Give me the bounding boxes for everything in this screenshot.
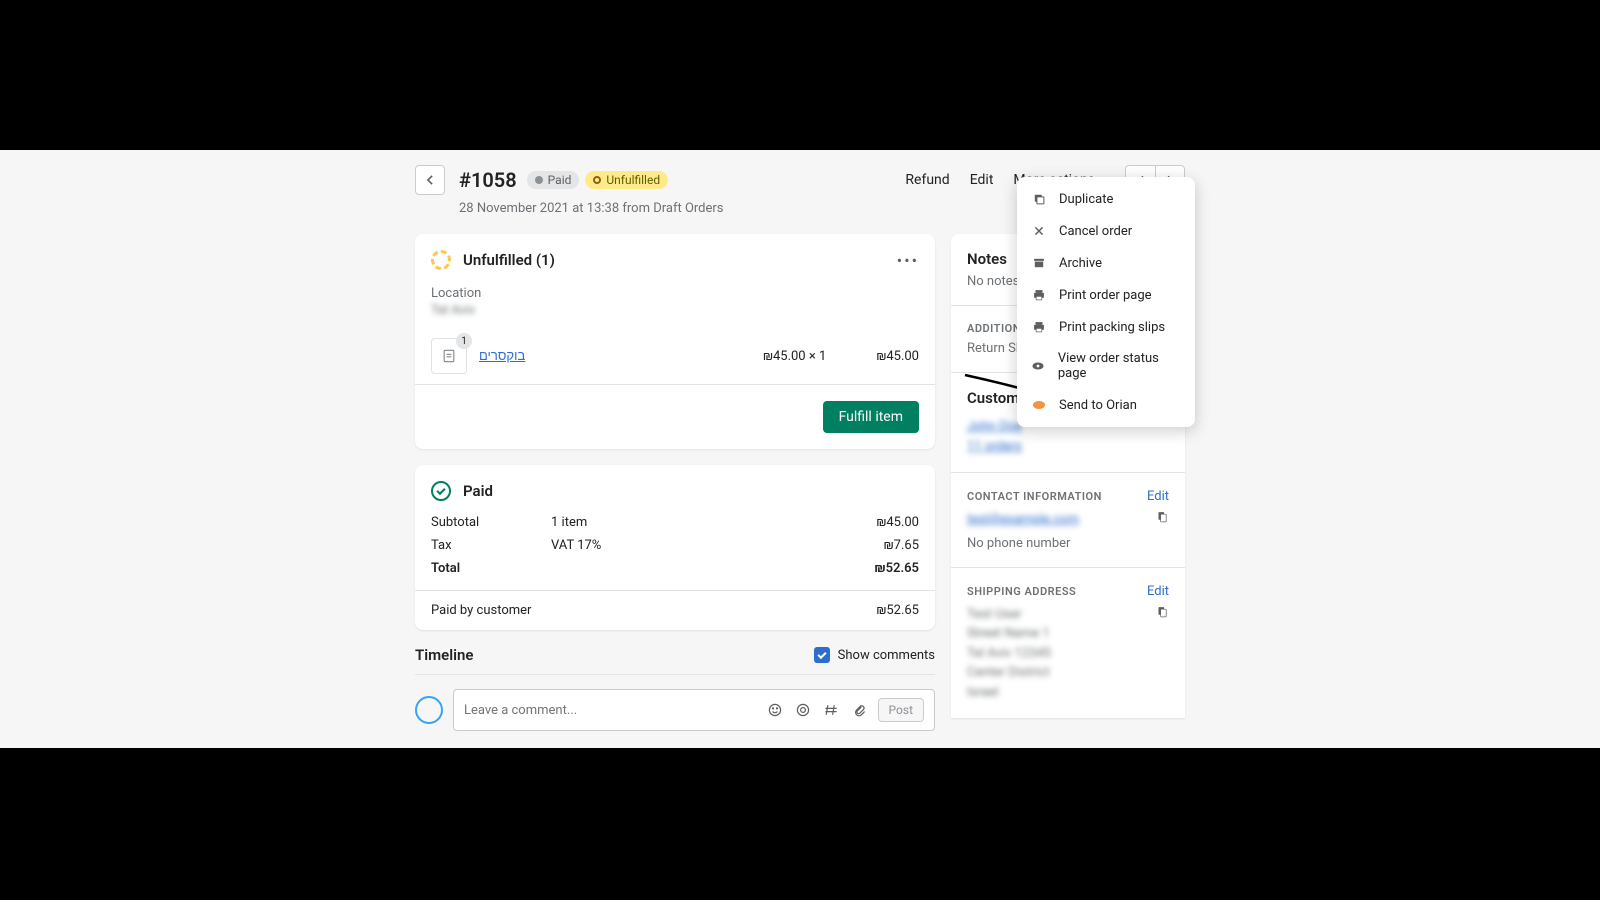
product-link[interactable]: בוקסרים [479, 348, 525, 364]
tax-detail: VAT 17% [551, 538, 884, 553]
hash-icon[interactable] [822, 701, 840, 719]
dropdown-duplicate[interactable]: Duplicate [1017, 183, 1195, 215]
subtotal-label: Subtotal [431, 515, 551, 530]
shipping-edit[interactable]: Edit [1147, 584, 1169, 599]
paid-by-label: Paid by customer [431, 603, 876, 618]
emoji-icon[interactable] [766, 701, 784, 719]
total-value: ₪52.65 [875, 561, 919, 576]
contact-edit[interactable]: Edit [1147, 489, 1169, 504]
dropdown-view-status[interactable]: View order status page [1017, 343, 1195, 389]
total-label: Total [431, 561, 551, 576]
comment-box[interactable]: Post [453, 689, 935, 731]
dropdown-archive[interactable]: Archive [1017, 247, 1195, 279]
post-button[interactable]: Post [878, 698, 924, 722]
location-label: Location [431, 286, 919, 301]
eye-icon [1031, 358, 1046, 374]
comment-input[interactable] [464, 703, 756, 718]
unfulfilled-card: Unfulfilled (1) ••• Location Tel Aviv 1 … [415, 234, 935, 449]
tax-value: ₪7.65 [884, 538, 919, 553]
line-item: 1 בוקסרים ₪45.00 × 1 ₪45.00 [415, 328, 935, 384]
timeline-section: Timeline Show comments Po [415, 646, 935, 731]
product-thumbnail[interactable]: 1 [431, 338, 467, 374]
edit-link[interactable]: Edit [970, 172, 994, 188]
customer-orders[interactable]: 11 orders [967, 437, 1169, 457]
fulfill-item-button[interactable]: Fulfill item [823, 401, 919, 433]
line-total: ₪45.00 [876, 349, 919, 364]
print-icon [1031, 319, 1047, 335]
order-number: #1058 [459, 168, 517, 192]
subtotal-value: ₪45.00 [876, 515, 919, 530]
paid-card: Paid Subtotal 1 item ₪45.00 Tax VAT 17% … [415, 465, 935, 630]
contact-section: CONTACT INFORMATION Edit test@example.com… [951, 473, 1185, 568]
dropdown-print-order[interactable]: Print order page [1017, 279, 1195, 311]
contact-title: CONTACT INFORMATION [967, 490, 1102, 503]
contact-email[interactable]: test@example.com [967, 510, 1155, 530]
unfulfilled-title: Unfulfilled (1) [463, 251, 555, 269]
unfulfilled-icon [431, 250, 451, 270]
archive-icon [1031, 255, 1047, 271]
copy-icon[interactable] [1155, 510, 1169, 524]
card-menu-button[interactable]: ••• [897, 251, 919, 270]
refund-link[interactable]: Refund [905, 172, 949, 188]
shipping-title: SHIPPING ADDRESS [967, 585, 1076, 598]
location-value: Tel Aviv [431, 303, 919, 318]
paid-by-value: ₪52.65 [876, 603, 919, 618]
back-button[interactable] [415, 165, 445, 195]
print-icon [1031, 287, 1047, 303]
orian-icon [1031, 397, 1047, 413]
unfulfilled-badge: Unfulfilled [585, 171, 668, 189]
close-icon [1031, 223, 1047, 239]
subtotal-detail: 1 item [551, 515, 876, 530]
show-comments-label: Show comments [838, 648, 935, 663]
tax-label: Tax [431, 538, 551, 553]
notes-title: Notes [967, 250, 1007, 268]
dropdown-cancel[interactable]: Cancel order [1017, 215, 1195, 247]
timeline-title: Timeline [415, 646, 473, 664]
copy-icon[interactable] [1155, 605, 1169, 619]
show-comments-checkbox[interactable] [814, 647, 830, 663]
duplicate-icon [1031, 191, 1047, 207]
dropdown-send-orian[interactable]: Send to Orian [1017, 389, 1195, 421]
paid-title: Paid [463, 482, 493, 500]
attachment-icon[interactable] [850, 701, 868, 719]
paid-icon [431, 481, 451, 501]
no-phone: No phone number [967, 536, 1169, 551]
avatar [415, 696, 443, 724]
shipping-section: SHIPPING ADDRESSEdit Test User Street Na… [951, 568, 1185, 719]
dropdown-print-packing[interactable]: Print packing slips [1017, 311, 1195, 343]
unit-price: ₪45.00 × 1 [763, 349, 826, 364]
mention-icon[interactable] [794, 701, 812, 719]
paid-badge: Paid [527, 171, 580, 189]
more-actions-dropdown: Duplicate Cancel order Archive Print ord… [1017, 177, 1195, 427]
qty-badge: 1 [456, 333, 472, 349]
